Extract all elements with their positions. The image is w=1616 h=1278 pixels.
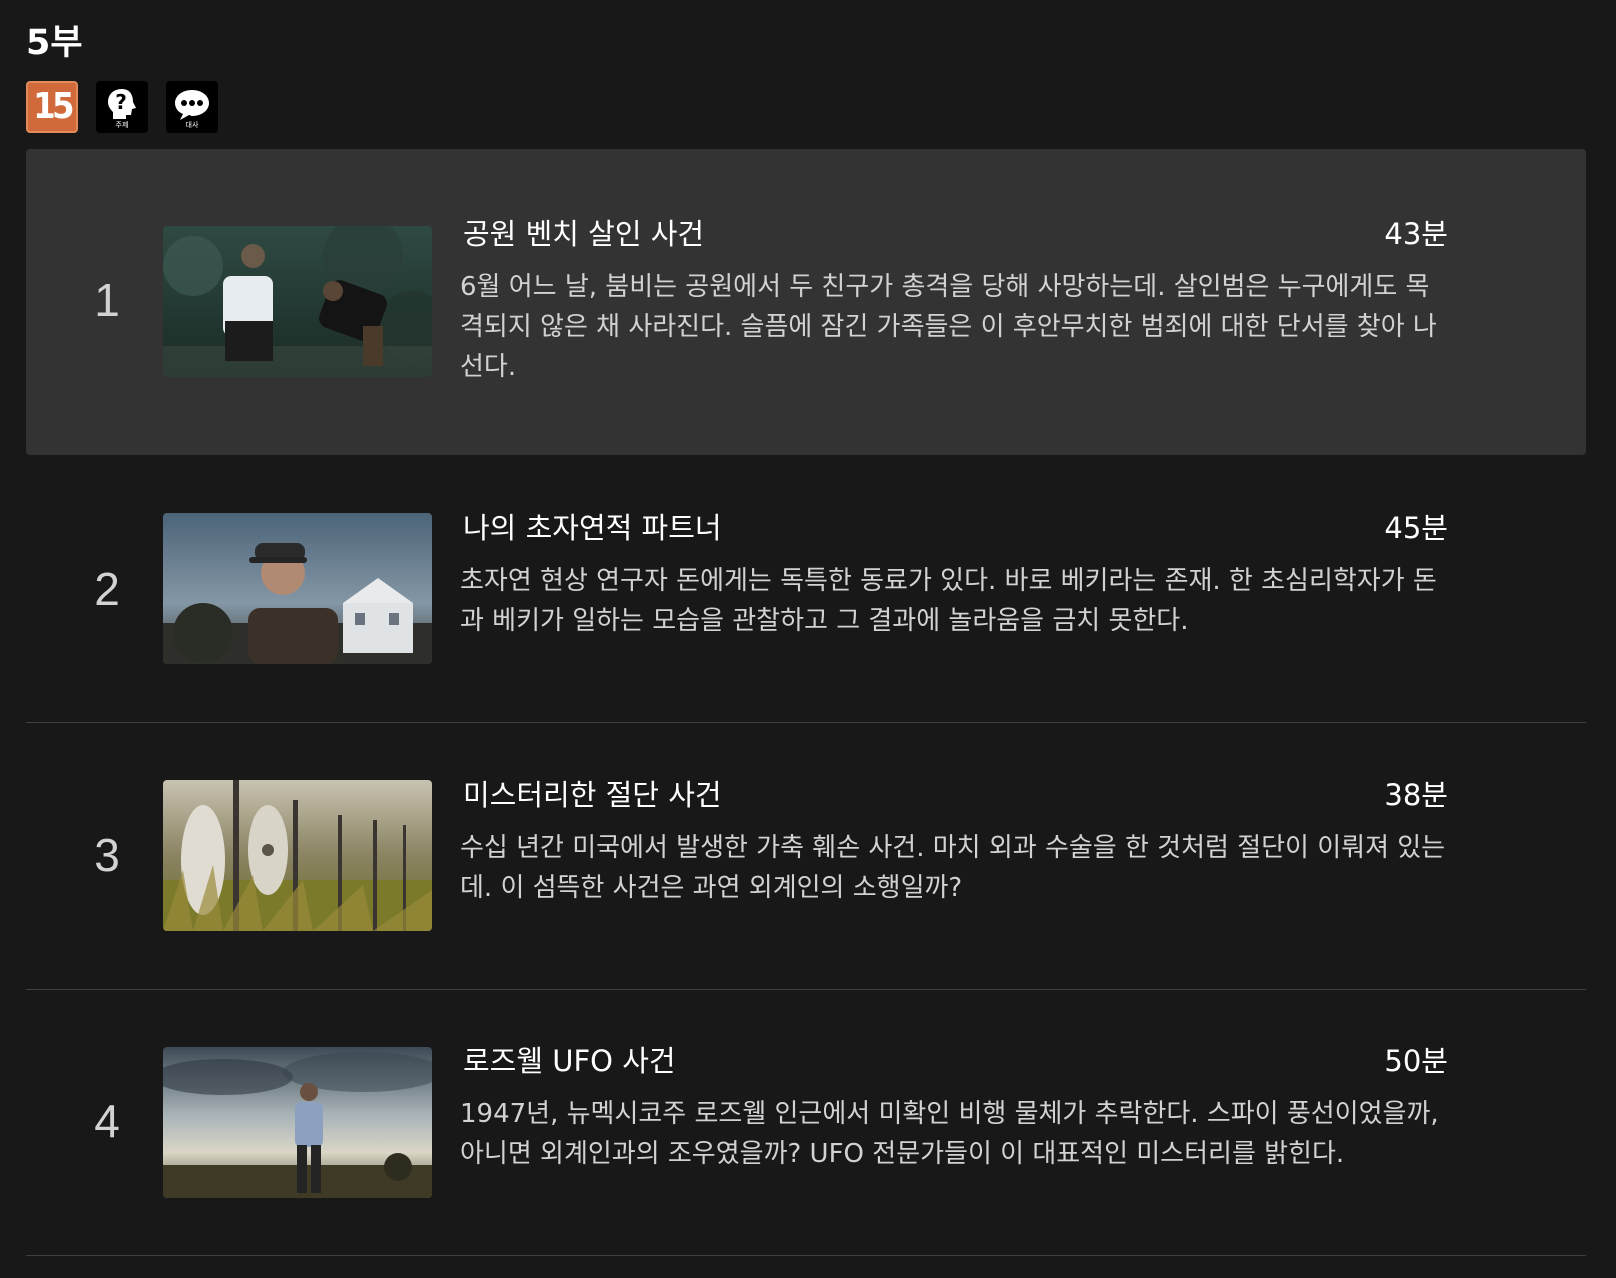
episode-row-3[interactable]: 3 미스터리한 절단 사건 38분 수십 년간 미국에서 발생한 가축 훼손 사… — [26, 723, 1586, 990]
season-title: 5부 — [26, 23, 83, 63]
episode-number: 1 — [94, 274, 120, 326]
episode-duration: 50분 — [1384, 1044, 1448, 1078]
rating-15-icon: 15 — [26, 81, 78, 133]
content-advisory-badges: 15 ? 주제 대사 — [26, 81, 218, 133]
thumbnail-man-farmhouse-image — [163, 513, 432, 664]
episode-thumbnail[interactable] — [163, 513, 432, 664]
episode-description: 6월 어느 날, 붐비는 공원에서 두 친구가 총격을 당해 사망하는데. 살인… — [460, 272, 1437, 382]
episode-duration: 43분 — [1384, 217, 1448, 251]
episode-number: 2 — [94, 563, 120, 615]
episode-row-1[interactable]: 1 공원 벤치 살인 사건 43분 6월 어느 날, 붐비는 공원에서 두 친구… — [26, 149, 1586, 455]
row-divider — [26, 1255, 1586, 1256]
episode-title: 로즈웰 UFO 사건 — [463, 1044, 676, 1078]
speech-bubble-icon — [175, 90, 209, 120]
episode-row-4[interactable]: 4 로즈웰 UFO 사건 50분 1947년, 뉴멕시코주 로즈웰 인근에서 미… — [26, 990, 1586, 1256]
head-question-icon: ? — [108, 89, 136, 119]
dialogue-caption: 대사 — [185, 121, 199, 129]
dialogue-speech-icon: 대사 — [166, 81, 218, 133]
episode-title: 나의 초자연적 파트너 — [463, 511, 722, 545]
thumbnail-fence-skulls-image — [163, 780, 432, 931]
episode-description: 수십 년간 미국에서 발생한 가축 훼손 사건. 마치 외과 수술을 한 것처럼… — [460, 833, 1446, 903]
episode-row-2[interactable]: 2 나의 초자연적 파트너 45분 초자연 현상 연구자 돈에게는 독특한 동료… — [26, 455, 1586, 723]
episode-title: 공원 벤치 살인 사건 — [463, 217, 705, 251]
rating-label: 15 — [33, 86, 75, 127]
episode-duration: 45분 — [1384, 511, 1448, 545]
episode-thumbnail[interactable] — [163, 226, 432, 377]
thumbnail-park-officers-image — [163, 226, 432, 377]
theme-question-icon: ? 주제 — [96, 81, 148, 133]
episode-description: 1947년, 뉴멕시코주 로즈웰 인근에서 미확인 비행 물체가 추락한다. 스… — [460, 1099, 1439, 1169]
episode-number: 3 — [94, 829, 120, 881]
theme-caption: 주제 — [115, 121, 129, 129]
svg-text:?: ? — [115, 90, 127, 114]
episode-title: 미스터리한 절단 사건 — [463, 778, 722, 812]
episode-description: 초자연 현상 연구자 돈에게는 독특한 동료가 있다. 바로 베키라는 존재. … — [460, 566, 1437, 636]
episode-duration: 38분 — [1384, 778, 1448, 812]
episode-number: 4 — [94, 1095, 120, 1147]
episode-thumbnail[interactable] — [163, 780, 432, 931]
episode-thumbnail[interactable] — [163, 1047, 432, 1198]
thumbnail-man-walking-desert-image — [163, 1047, 432, 1198]
